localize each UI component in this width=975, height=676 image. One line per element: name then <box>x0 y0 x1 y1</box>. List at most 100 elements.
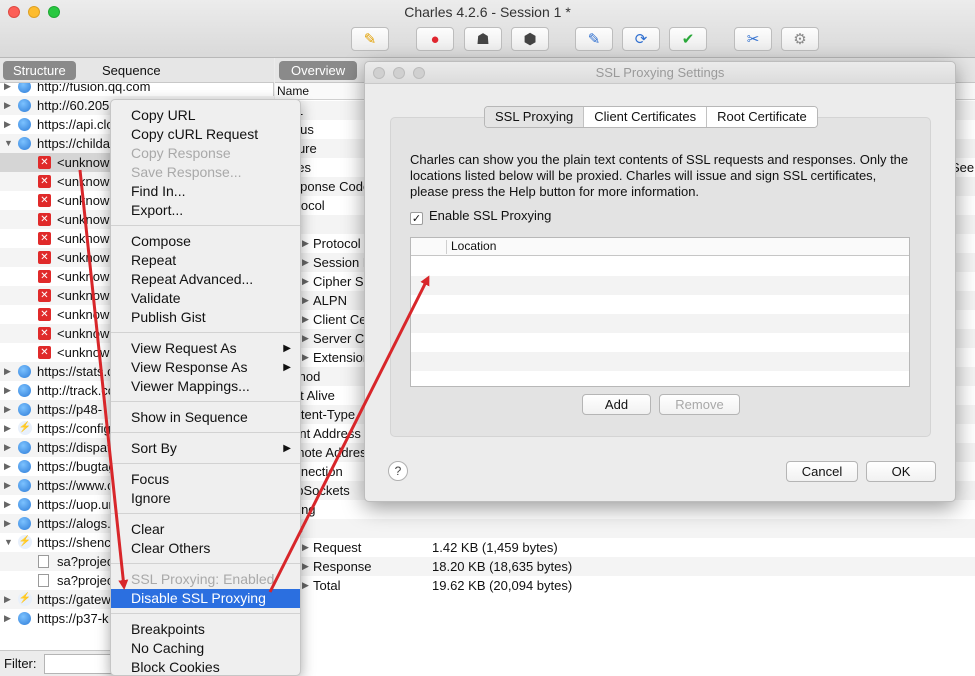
menu-item-ignore[interactable]: Ignore <box>111 489 300 508</box>
overview-row[interactable]: ▶ Total 19.62 KB (20,094 bytes) <box>275 576 975 595</box>
disclosure-closed-icon[interactable]: ▶ <box>302 253 309 272</box>
disclosure-closed-icon[interactable]: ▶ <box>4 115 11 134</box>
menu-item-focus[interactable]: Focus <box>111 470 300 489</box>
menu-item-validate[interactable]: Validate <box>111 289 300 308</box>
remove-button[interactable]: Remove <box>659 394 740 415</box>
disclosure-closed-icon[interactable]: ▶ <box>302 291 309 310</box>
location-column-header[interactable]: Location <box>451 239 496 253</box>
disclosure-closed-icon[interactable]: ▶ <box>4 457 11 476</box>
disclosure-closed-icon[interactable]: ▶ <box>4 590 11 609</box>
menu-item-ssl-proxying-enabled[interactable]: SSL Proxying: Enabled <box>111 570 300 589</box>
menu-item-repeat[interactable]: Repeat <box>111 251 300 270</box>
ok-button[interactable]: OK <box>866 461 936 482</box>
menu-item-compose[interactable]: Compose <box>111 232 300 251</box>
overview-row-name: Total <box>313 578 341 593</box>
breakpoint-stop-button[interactable]: ⬢ <box>511 27 549 51</box>
disclosure-closed-icon[interactable]: ▶ <box>4 495 11 514</box>
disclosure-closed-icon[interactable]: ▶ <box>4 96 11 115</box>
menu-item-breakpoints[interactable]: Breakpoints <box>111 620 300 639</box>
broom-button[interactable]: ✎ <box>351 27 389 51</box>
menu-item-copy-curl-request[interactable]: Copy cURL Request <box>111 125 300 144</box>
disclosure-closed-icon[interactable]: ▶ <box>302 576 309 595</box>
disclosure-closed-icon[interactable]: ▶ <box>302 557 309 576</box>
menu-item-sort-by[interactable]: Sort By ▶ <box>111 439 300 458</box>
menu-item-no-caching[interactable]: No Caching <box>111 639 300 658</box>
location-row[interactable] <box>411 276 909 295</box>
location-row[interactable] <box>411 295 909 314</box>
disclosure-closed-icon[interactable]: ▶ <box>4 83 11 96</box>
compose-pen-button[interactable]: ✎ <box>575 27 613 51</box>
overview-row[interactable]: ▶ Request 1.42 KB (1,459 bytes) <box>275 538 975 557</box>
enable-ssl-proxying-option[interactable]: ✓ Enable SSL Proxying <box>410 208 551 225</box>
tab-client-certificates[interactable]: Client Certificates <box>584 107 708 127</box>
location-row[interactable] <box>411 333 909 352</box>
menu-item-save-response[interactable]: Save Response... <box>111 163 300 182</box>
overview-row[interactable]: Timing <box>275 500 975 519</box>
disclosure-closed-icon[interactable]: ▶ <box>4 514 11 533</box>
disclosure-closed-icon[interactable]: ▶ <box>4 362 11 381</box>
add-button[interactable]: Add <box>582 394 651 415</box>
location-row[interactable] <box>411 371 909 386</box>
error-icon: ✕ <box>38 251 51 264</box>
disclosure-open-icon[interactable]: ▼ <box>4 134 13 153</box>
dialog-zoom-button[interactable] <box>413 67 425 79</box>
menu-item-publish-gist[interactable]: Publish Gist <box>111 308 300 327</box>
disclosure-closed-icon[interactable]: ▶ <box>4 400 11 419</box>
repeat-refresh-button[interactable]: ⟳ <box>622 27 660 51</box>
error-icon: ✕ <box>38 327 51 340</box>
document-icon <box>38 555 49 568</box>
dialog-close-button[interactable] <box>373 67 385 79</box>
menu-item-clear-others[interactable]: Clear Others <box>111 539 300 558</box>
disclosure-closed-icon[interactable]: ▶ <box>4 476 11 495</box>
location-row[interactable] <box>411 352 909 371</box>
menu-item-find-in[interactable]: Find In... <box>111 182 300 201</box>
menu-item-block-cookies[interactable]: Block Cookies <box>111 658 300 675</box>
menu-item-viewer-mappings[interactable]: Viewer Mappings... <box>111 377 300 396</box>
locations-table[interactable]: Location <box>410 237 910 387</box>
tab-ssl-proxying[interactable]: SSL Proxying <box>485 107 585 127</box>
tab-root-certificate[interactable]: Root Certificate <box>707 107 817 127</box>
dialog-minimize-button[interactable] <box>393 67 405 79</box>
validate-check-button[interactable]: ✔ <box>669 27 707 51</box>
tree-row[interactable]: ▶ http://fusion.qq.com <box>0 83 274 96</box>
disclosure-closed-icon[interactable]: ▶ <box>302 538 309 557</box>
tab-overview[interactable]: Overview <box>279 61 358 80</box>
throttle-turtle-button[interactable]: ☗ <box>464 27 502 51</box>
tab-structure[interactable]: Structure <box>3 61 76 80</box>
location-row[interactable] <box>411 257 909 276</box>
disclosure-closed-icon[interactable]: ▶ <box>4 381 11 400</box>
menu-item-label: SSL Proxying: Enabled <box>131 571 275 587</box>
cancel-button[interactable]: Cancel <box>786 461 858 482</box>
error-icon: ✕ <box>38 308 51 321</box>
disclosure-open-icon[interactable]: ▼ <box>4 533 13 552</box>
menu-item-copy-response[interactable]: Copy Response <box>111 144 300 163</box>
overview-row[interactable]: ▶ Response 18.20 KB (18,635 bytes) <box>275 557 975 576</box>
menu-item-export[interactable]: Export... <box>111 201 300 220</box>
menu-item-view-request-as[interactable]: View Request As ▶ <box>111 339 300 358</box>
tools-button[interactable]: ✂ <box>734 27 772 51</box>
disclosure-closed-icon[interactable]: ▶ <box>4 609 11 628</box>
settings-gear-button[interactable]: ⚙ <box>781 27 819 51</box>
disclosure-closed-icon[interactable]: ▶ <box>302 234 309 253</box>
tab-sequence[interactable]: Sequence <box>92 61 171 80</box>
menu-item-clear[interactable]: Clear <box>111 520 300 539</box>
record-button[interactable]: ● <box>416 27 454 51</box>
overview-row[interactable]: Size <box>275 519 975 538</box>
disclosure-closed-icon[interactable]: ▶ <box>302 272 309 291</box>
error-icon: ✕ <box>38 175 51 188</box>
disclosure-closed-icon[interactable]: ▶ <box>302 348 309 367</box>
menu-item-repeat-advanced[interactable]: Repeat Advanced... <box>111 270 300 289</box>
menu-item-disable-ssl-proxying[interactable]: Disable SSL Proxying <box>111 589 300 608</box>
disclosure-closed-icon[interactable]: ▶ <box>302 310 309 329</box>
location-row[interactable] <box>411 314 909 333</box>
error-icon: ✕ <box>38 289 51 302</box>
column-divider <box>446 240 447 254</box>
menu-item-view-response-as[interactable]: View Response As ▶ <box>111 358 300 377</box>
disclosure-closed-icon[interactable]: ▶ <box>4 419 11 438</box>
disclosure-closed-icon[interactable]: ▶ <box>302 329 309 348</box>
menu-item-copy-url[interactable]: Copy URL <box>111 106 300 125</box>
help-button[interactable]: ? <box>388 461 408 481</box>
enable-ssl-proxying-checkbox[interactable]: ✓ <box>410 212 423 225</box>
menu-item-show-in-sequence[interactable]: Show in Sequence <box>111 408 300 427</box>
disclosure-closed-icon[interactable]: ▶ <box>4 438 11 457</box>
